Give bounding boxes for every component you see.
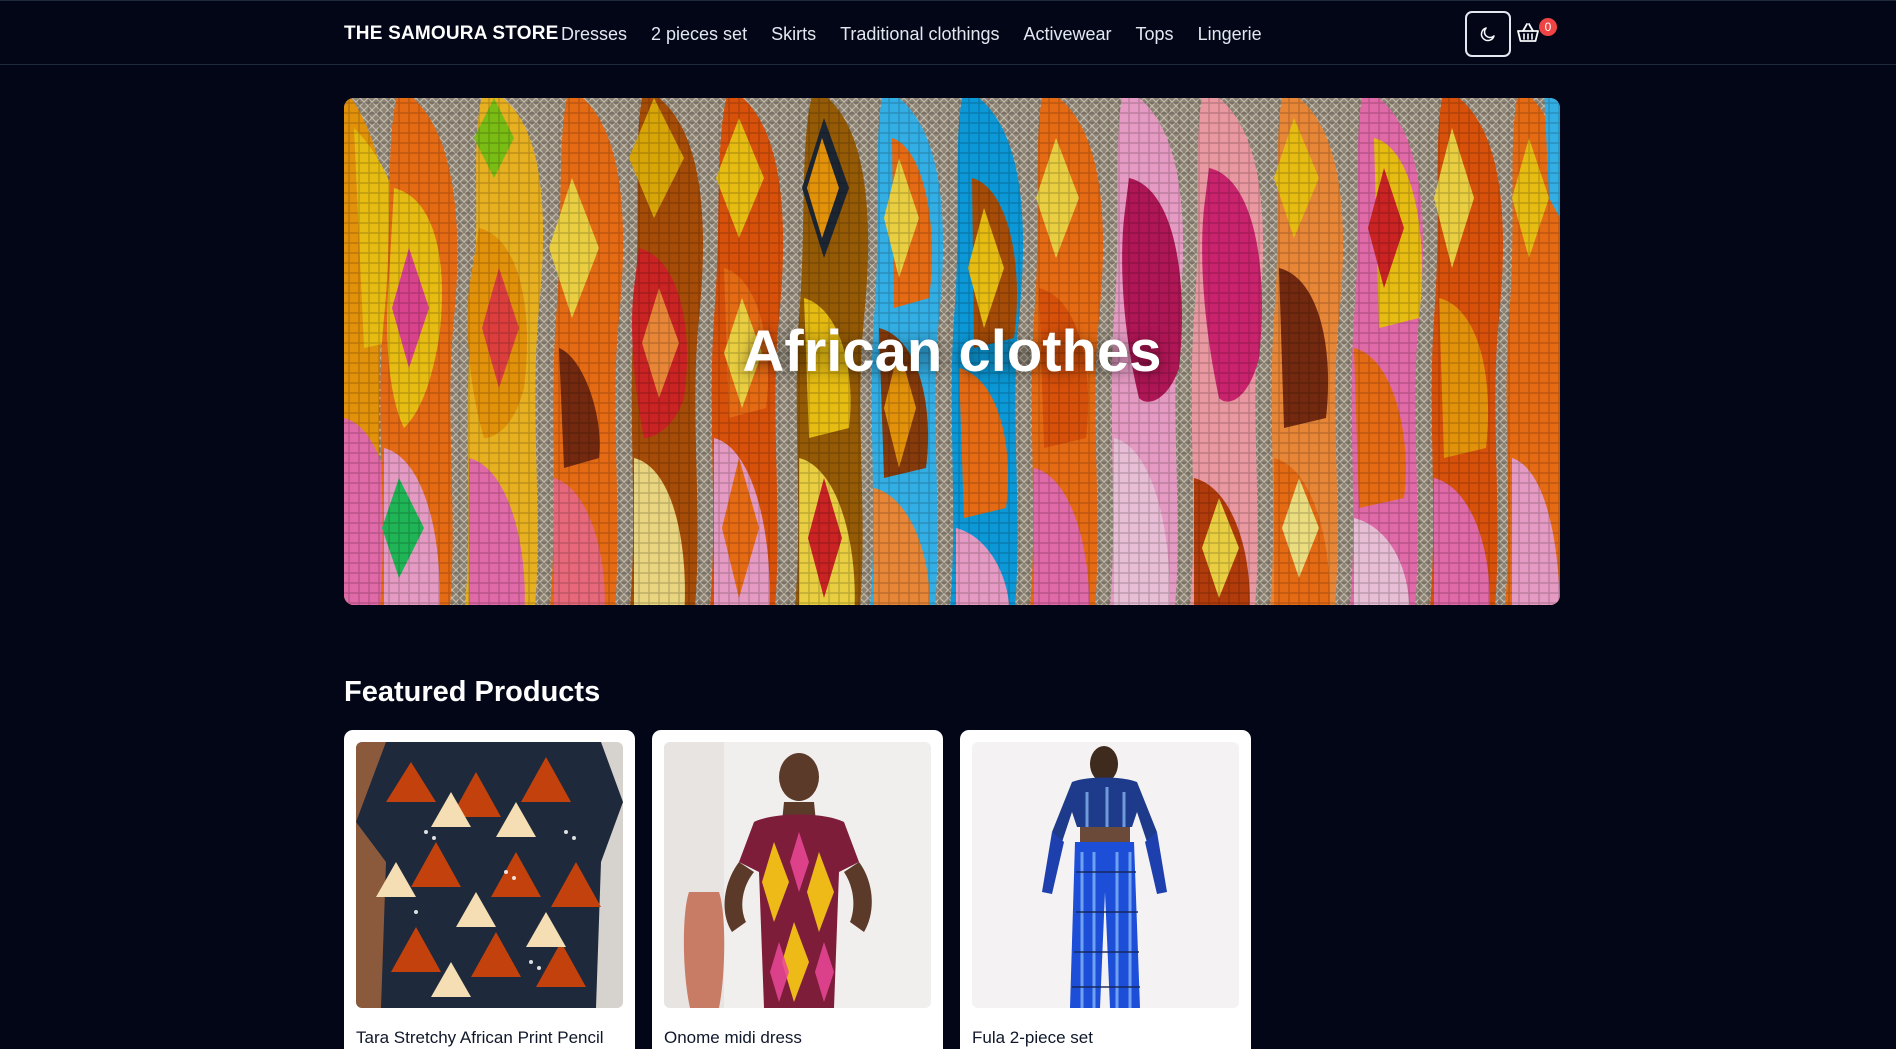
top-navbar: THE SAMOURA STORE Dresses 2 pieces set S…: [0, 0, 1896, 65]
product-image[interactable]: [356, 742, 623, 1008]
nav-dresses[interactable]: Dresses: [561, 24, 627, 45]
nav-2-pieces-set[interactable]: 2 pieces set: [651, 24, 747, 45]
hero-title: African clothes: [742, 319, 1162, 384]
nav-traditional-clothings[interactable]: Traditional clothings: [840, 24, 999, 45]
product-card[interactable]: Fula 2-piece set: [960, 730, 1251, 1049]
nav-lingerie[interactable]: Lingerie: [1198, 24, 1262, 45]
featured-products-heading: Featured Products: [344, 676, 601, 708]
print-top-image: [356, 742, 623, 1008]
store-logo[interactable]: THE SAMOURA STORE: [344, 23, 559, 45]
nav-tops[interactable]: Tops: [1136, 24, 1174, 45]
nav-skirts[interactable]: Skirts: [771, 24, 816, 45]
product-image[interactable]: [664, 742, 931, 1008]
product-image[interactable]: [972, 742, 1239, 1008]
product-card[interactable]: Onome midi dress: [652, 730, 943, 1049]
nav-activewear[interactable]: Activewear: [1024, 24, 1112, 45]
product-name[interactable]: Tara Stretchy African Print Pencil: [356, 1028, 631, 1048]
main-nav: Dresses 2 pieces set Skirts Traditional …: [561, 24, 1262, 45]
hero-banner: African clothes: [344, 98, 1560, 605]
product-name[interactable]: Onome midi dress: [664, 1028, 939, 1048]
moon-icon: [1480, 27, 1495, 42]
basket-icon: [1517, 23, 1539, 42]
product-name[interactable]: Fula 2-piece set: [972, 1028, 1247, 1048]
blue-set-image: [972, 742, 1239, 1008]
theme-toggle-button[interactable]: [1465, 11, 1511, 57]
model-dress-image: [664, 742, 931, 1008]
cart-count-badge: 0: [1539, 18, 1557, 36]
product-card[interactable]: Tara Stretchy African Print Pencil: [344, 730, 635, 1049]
